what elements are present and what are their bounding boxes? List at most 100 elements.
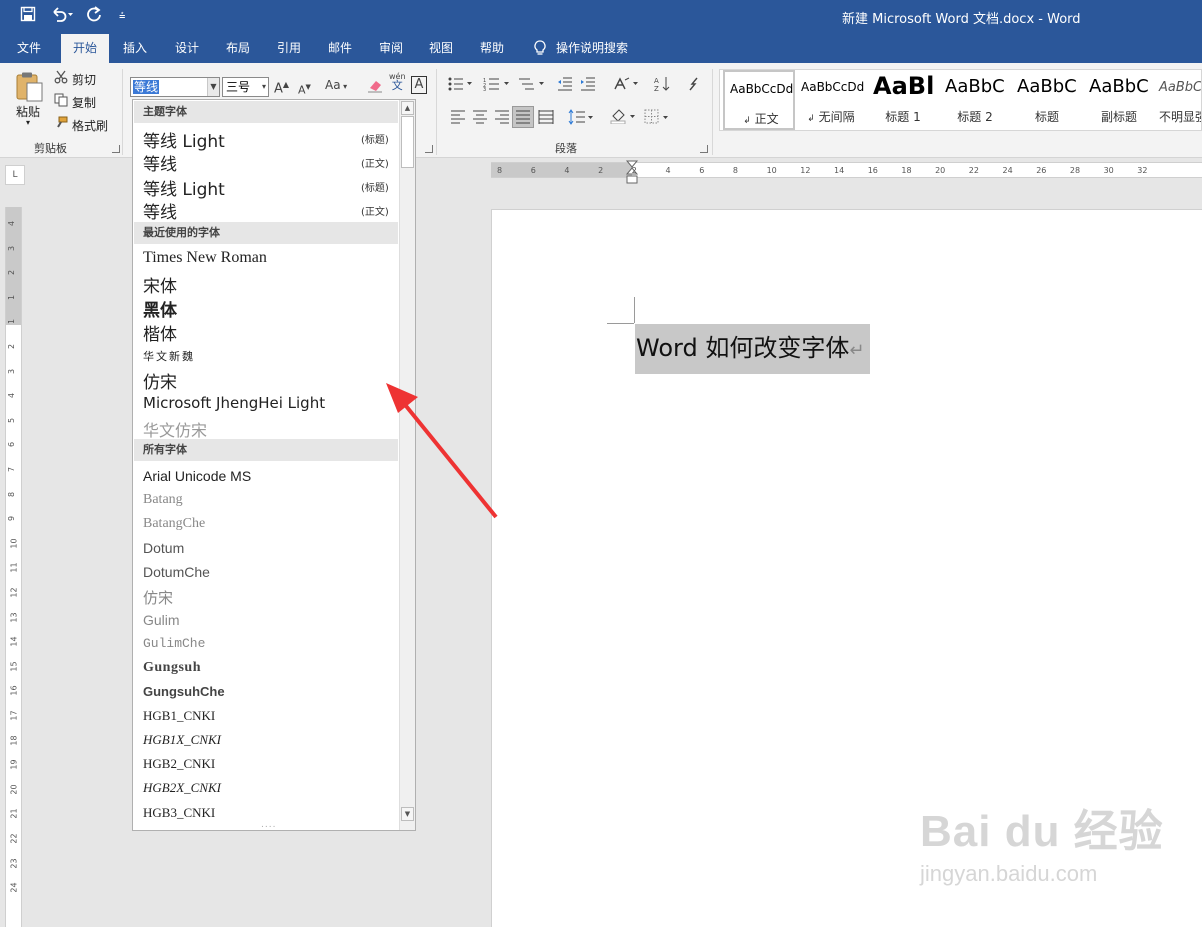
- font-name-value[interactable]: 等线: [133, 80, 160, 94]
- font-option[interactable]: 楷体: [143, 320, 177, 345]
- tab-help[interactable]: 帮助: [471, 34, 513, 63]
- style-heading-2[interactable]: AaBbC 标题 2: [939, 70, 1011, 130]
- style-title[interactable]: AaBbC 标题: [1011, 70, 1083, 130]
- font-option[interactable]: 等线 Light: [143, 127, 225, 152]
- align-left-icon[interactable]: [450, 110, 466, 129]
- chevron-down-icon[interactable]: ▾: [262, 78, 266, 96]
- undo-icon[interactable]: [50, 6, 74, 27]
- format-painter-button[interactable]: 格式刷: [72, 117, 108, 134]
- char-border-button[interactable]: A: [411, 76, 427, 94]
- align-center-icon[interactable]: [472, 110, 488, 129]
- font-option[interactable]: HGB2_CNKI: [143, 756, 215, 772]
- bullets-icon[interactable]: [448, 77, 474, 96]
- borders-icon[interactable]: [644, 109, 672, 130]
- tab-layout[interactable]: 布局: [217, 34, 259, 63]
- font-option[interactable]: GungsuhChe: [143, 684, 225, 699]
- font-option[interactable]: Gulim: [143, 612, 180, 628]
- save-icon[interactable]: [20, 6, 36, 27]
- copy-icon[interactable]: [54, 93, 68, 112]
- tab-design[interactable]: 设计: [166, 34, 208, 63]
- tab-review[interactable]: 审阅: [370, 34, 412, 63]
- tab-mailings[interactable]: 邮件: [319, 34, 361, 63]
- numbering-icon[interactable]: 123: [483, 77, 511, 96]
- scissors-icon[interactable]: [54, 70, 68, 89]
- show-formatting-marks-icon[interactable]: [688, 77, 698, 96]
- tab-insert[interactable]: 插入: [114, 34, 156, 63]
- font-option[interactable]: 华文仿宋: [143, 417, 207, 441]
- font-option[interactable]: BatangChe: [143, 516, 205, 532]
- font-option[interactable]: 仿宋: [143, 368, 177, 393]
- align-right-icon[interactable]: [494, 110, 510, 129]
- grow-font-button[interactable]: A▲: [274, 77, 289, 97]
- font-option[interactable]: 等线: [143, 198, 177, 223]
- asian-layout-icon[interactable]: [613, 77, 641, 96]
- multilevel-list-icon[interactable]: [518, 77, 546, 96]
- paste-dropdown-icon[interactable]: ▾: [26, 118, 30, 127]
- shrink-font-button[interactable]: A▼: [298, 79, 311, 99]
- style-subtle-emphasis[interactable]: AaBbCc 不明显强: [1155, 70, 1201, 130]
- cut-button[interactable]: 剪切: [72, 71, 96, 88]
- font-option[interactable]: Dotum: [143, 540, 184, 556]
- style-heading-1[interactable]: AaBl 标题 1: [867, 70, 939, 130]
- tab-references[interactable]: 引用: [268, 34, 310, 63]
- font-option[interactable]: DotumChe: [143, 564, 210, 580]
- justify-icon[interactable]: [512, 106, 534, 128]
- font-launcher-icon[interactable]: [425, 145, 433, 153]
- vertical-ruler[interactable]: 4 3 2 1 1 2 3 4 5 6 7 8 9 10 11 12 13 14 15 16 17 18 19 20 21 22 2…: [5, 207, 22, 927]
- style-normal[interactable]: AaBbCcDd ↲ 正文: [723, 70, 795, 130]
- font-size-combobox[interactable]: 三号 ▾: [222, 77, 269, 97]
- tab-home[interactable]: 开始: [61, 34, 109, 63]
- change-case-button[interactable]: Aa ▾: [325, 77, 347, 95]
- style-subtitle[interactable]: AaBbC 副标题: [1083, 70, 1155, 130]
- font-size-value[interactable]: 三号: [226, 80, 250, 94]
- font-option[interactable]: HGB1X_CNKI: [143, 732, 221, 748]
- font-option[interactable]: HGB2X_CNKI: [143, 780, 221, 796]
- horizontal-ruler[interactable]: 8 6 4 2 2 4 6 8 10 12 14 16 18 20 22 24 26 28 30 32: [491, 160, 1202, 184]
- clipboard-launcher-icon[interactable]: [112, 145, 120, 153]
- font-option[interactable]: Times New Roman: [143, 249, 267, 267]
- font-option[interactable]: 仿宋: [143, 587, 173, 608]
- font-option[interactable]: 华文新魏: [143, 348, 195, 364]
- tab-file[interactable]: 文件: [8, 34, 50, 63]
- decrease-indent-icon[interactable]: [557, 77, 573, 96]
- phonetic-guide-button[interactable]: wén 文: [389, 72, 406, 91]
- customize-icon[interactable]: ⩮: [119, 6, 125, 26]
- font-option[interactable]: 等线: [143, 150, 177, 175]
- indent-marker-icon[interactable]: [622, 160, 644, 190]
- font-option[interactable]: Gungsuh: [143, 660, 201, 676]
- scrollbar-thumb[interactable]: [401, 116, 414, 168]
- distributed-icon[interactable]: [538, 110, 554, 129]
- font-option[interactable]: 宋体: [143, 272, 177, 297]
- font-option[interactable]: Microsoft JhengHei Light: [143, 394, 325, 412]
- sort-icon[interactable]: AZ: [654, 76, 670, 97]
- copy-button[interactable]: 复制: [72, 94, 96, 111]
- font-option[interactable]: GulimChe: [143, 636, 205, 651]
- font-option[interactable]: Batang: [143, 492, 183, 508]
- tab-view[interactable]: 视图: [420, 34, 462, 63]
- ruler-tick-label: 2: [7, 270, 17, 276]
- document-text[interactable]: Word 如何改变字体↵: [636, 333, 864, 366]
- chevron-down-icon[interactable]: ▼: [207, 78, 219, 96]
- font-option[interactable]: HGB1_CNKI: [143, 708, 215, 724]
- line-spacing-icon[interactable]: [568, 109, 594, 130]
- format-painter-icon[interactable]: [54, 116, 68, 135]
- lightbulb-icon[interactable]: [532, 34, 548, 63]
- shading-icon[interactable]: [610, 108, 638, 129]
- resize-grip[interactable]: ....: [261, 820, 276, 830]
- font-option[interactable]: 等线 Light: [143, 175, 225, 200]
- tell-me-search[interactable]: 操作说明搜索: [556, 34, 640, 63]
- tab-selector[interactable]: L: [5, 165, 25, 185]
- dropdown-scrollbar[interactable]: ▲ ▼: [399, 100, 415, 830]
- font-option[interactable]: Arial Unicode MS: [143, 468, 251, 484]
- font-name-combobox[interactable]: 等线 ▼: [130, 77, 220, 97]
- clear-format-icon[interactable]: [367, 77, 383, 98]
- font-option[interactable]: 黑体: [143, 296, 177, 321]
- scroll-down-icon[interactable]: ▼: [401, 807, 414, 821]
- paragraph-launcher-icon[interactable]: [700, 145, 708, 153]
- scroll-up-icon[interactable]: ▲: [401, 101, 414, 115]
- font-dropdown-list[interactable]: 主题字体 等线 Light (标题) 等线 (正文) 等线 Light (标题)…: [132, 99, 416, 831]
- style-no-spacing[interactable]: AaBbCcDd ↲ 无间隔: [795, 70, 867, 130]
- font-option[interactable]: HGB3_CNKI: [143, 805, 215, 821]
- increase-indent-icon[interactable]: [580, 77, 596, 96]
- redo-icon[interactable]: [86, 6, 102, 27]
